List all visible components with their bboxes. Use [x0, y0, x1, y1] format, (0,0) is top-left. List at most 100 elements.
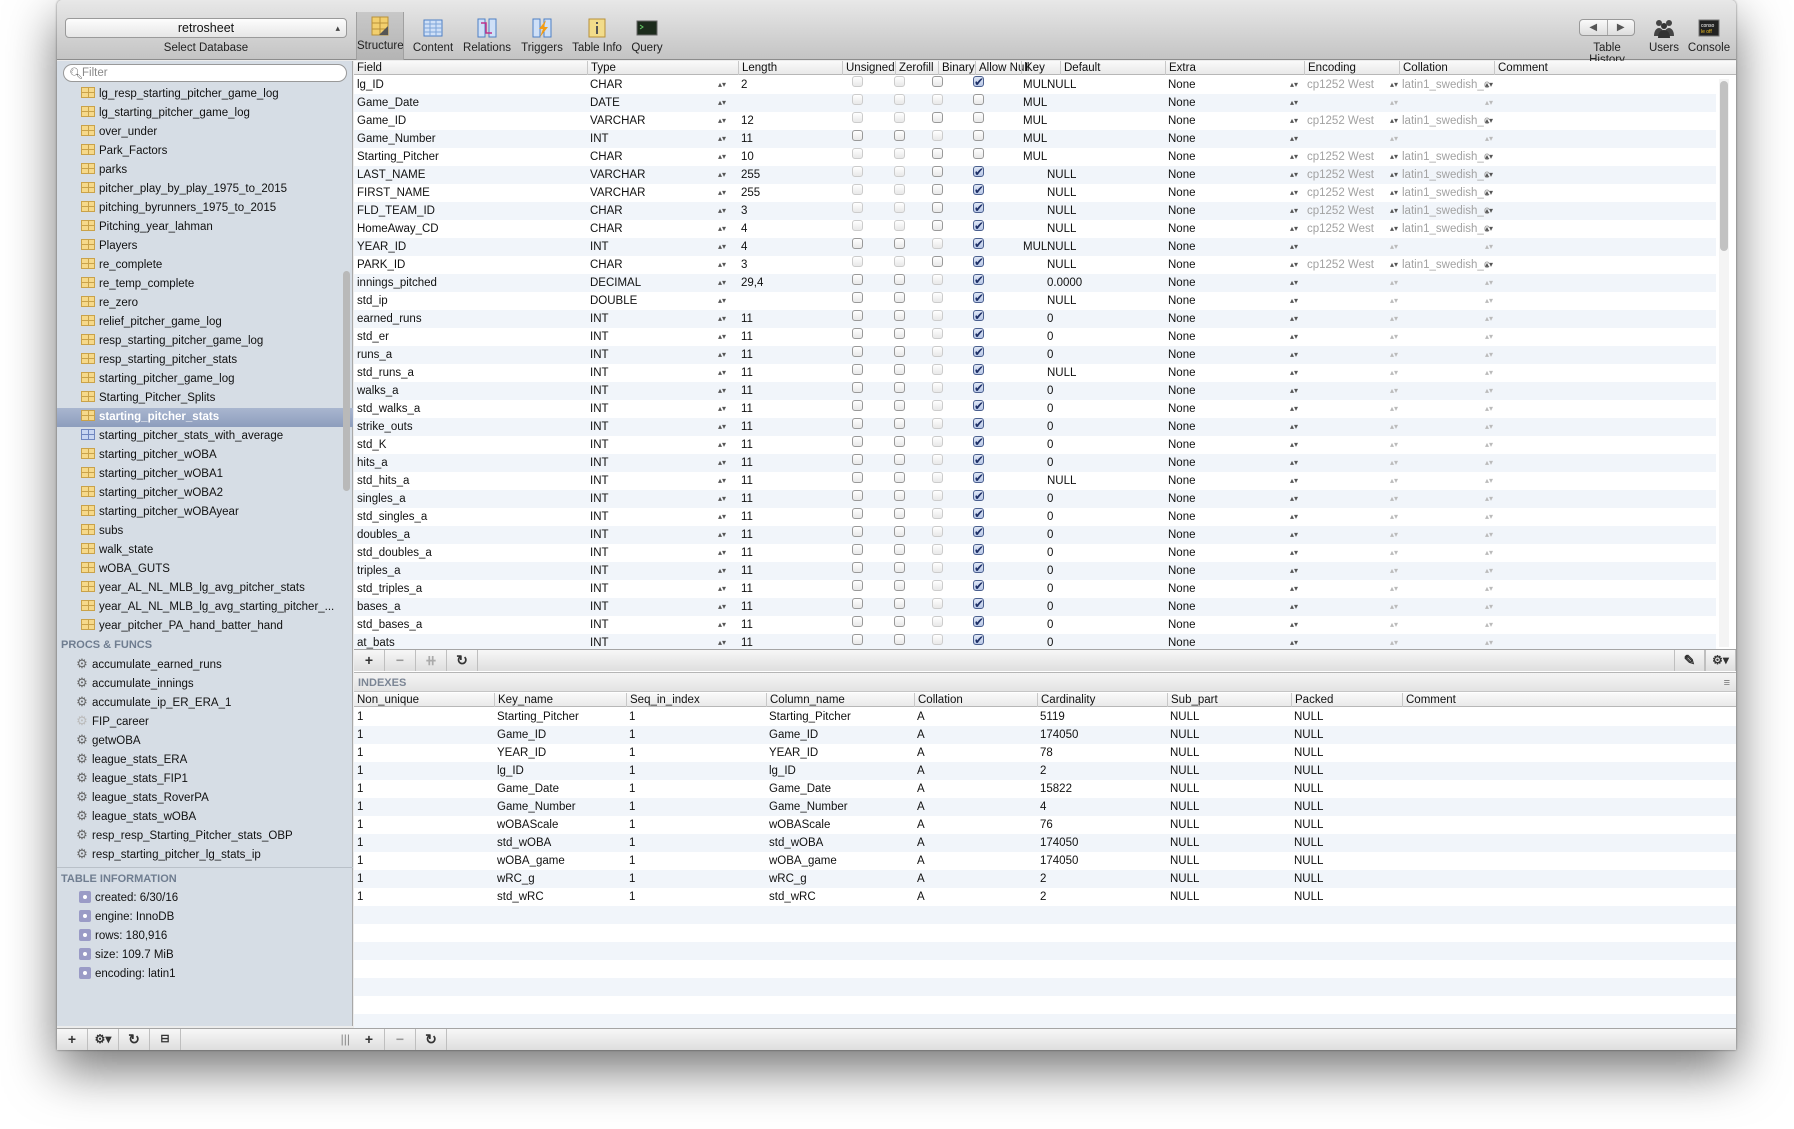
zerofill-checkbox[interactable] — [894, 274, 905, 285]
length-input[interactable]: 11 — [738, 130, 753, 148]
type-select[interactable]: INT — [587, 472, 609, 490]
sidebar-table-item[interactable]: re_zero — [57, 294, 353, 313]
binary-checkbox[interactable] — [932, 292, 943, 303]
field-name-input[interactable]: std_K — [354, 436, 386, 454]
sidebar-table-item[interactable]: lg_resp_starting_pitcher_game_log — [57, 85, 353, 104]
field-row[interactable]: Game_ID VARCHAR ▴▾ 12 MUL None ▴▾ cp1252 West ▴▾… — [354, 112, 1716, 130]
resize-handle[interactable]: ||| — [341, 1032, 350, 1046]
binary-checkbox[interactable] — [932, 238, 943, 249]
sidebar-table-item[interactable]: wOBA_GUTS — [57, 560, 353, 579]
length-input[interactable]: 11 — [738, 580, 753, 598]
type-select[interactable]: DATE — [587, 94, 620, 112]
field-row[interactable]: std_runs_a INT ▴▾ 11 NULL None ▴▾ ▴▾ ▴▾ — [354, 361, 1716, 382]
field-name-input[interactable]: Game_Date — [354, 94, 419, 112]
gear-menu-icon[interactable]: ⚙▾ — [1705, 650, 1736, 671]
encoding-select[interactable]: cp1252 West — [1304, 220, 1374, 238]
sidebar-proc-item[interactable]: ⚙ resp_starting_pitcher_lg_stats_ip — [57, 844, 353, 863]
binary-checkbox[interactable] — [932, 310, 943, 321]
binary-checkbox[interactable] — [932, 634, 943, 645]
unsigned-checkbox[interactable] — [852, 148, 863, 159]
default-input[interactable]: NULL — [1044, 202, 1076, 220]
unsigned-checkbox[interactable] — [852, 364, 863, 375]
allow-null-checkbox[interactable] — [973, 130, 984, 141]
zerofill-checkbox[interactable] — [894, 490, 905, 501]
field-name-input[interactable]: HomeAway_CD — [354, 220, 439, 238]
allow-null-checkbox[interactable] — [973, 325, 984, 343]
allow-null-checkbox[interactable] — [973, 595, 984, 613]
unsigned-checkbox[interactable] — [852, 220, 863, 231]
field-row[interactable]: bases_a INT ▴▾ 11 0 None ▴▾ ▴▾ ▴▾ — [354, 595, 1716, 616]
allow-null-checkbox[interactable] — [973, 73, 984, 91]
zerofill-checkbox[interactable] — [894, 400, 905, 411]
extra-select[interactable]: None — [1165, 76, 1196, 94]
type-select[interactable]: INT — [587, 544, 609, 562]
default-input[interactable]: NULL — [1044, 292, 1076, 310]
default-input[interactable]: NULL — [1044, 220, 1076, 238]
zerofill-checkbox[interactable] — [894, 184, 905, 195]
index-row[interactable]: 1 YEAR_ID 1 YEAR_ID A 78 NULL NULL — [354, 744, 1736, 762]
default-input[interactable]: 0 — [1044, 544, 1053, 562]
refresh-indexes-button[interactable]: ↻ — [416, 1029, 447, 1050]
field-row[interactable]: std_singles_a INT ▴▾ 11 0 None ▴▾ ▴▾ ▴▾ — [354, 505, 1716, 526]
allow-null-checkbox[interactable] — [973, 112, 984, 123]
sidebar-table-item[interactable]: pitcher_play_by_play_1975_to_2015 — [57, 180, 353, 199]
type-select[interactable]: DOUBLE — [587, 292, 637, 310]
zerofill-checkbox[interactable] — [894, 526, 905, 537]
zerofill-checkbox[interactable] — [894, 76, 905, 87]
zerofill-checkbox[interactable] — [894, 598, 905, 609]
zerofill-checkbox[interactable] — [894, 148, 905, 159]
field-row[interactable]: singles_a INT ▴▾ 11 0 None ▴▾ ▴▾ ▴▾ — [354, 487, 1716, 508]
unsigned-checkbox[interactable] — [852, 292, 863, 303]
default-input[interactable]: 0 — [1044, 562, 1053, 580]
zerofill-checkbox[interactable] — [894, 166, 905, 177]
unsigned-checkbox[interactable] — [852, 544, 863, 555]
field-name-input[interactable]: std_singles_a — [354, 508, 427, 526]
type-select[interactable]: INT — [587, 346, 609, 364]
length-input[interactable]: 11 — [738, 526, 753, 544]
binary-checkbox[interactable] — [932, 166, 943, 177]
index-row[interactable]: 1 wOBA_game 1 wOBA_game A 174050 NULL NULL — [354, 852, 1736, 870]
length-input[interactable]: 11 — [738, 544, 753, 562]
binary-checkbox[interactable] — [932, 562, 943, 573]
default-input[interactable]: NULL — [1044, 166, 1076, 184]
default-input[interactable]: 0 — [1044, 508, 1053, 526]
field-row[interactable]: std_bases_a INT ▴▾ 11 0 None ▴▾ ▴▾ ▴▾ — [354, 613, 1716, 634]
sidebar-table-item[interactable]: starting_pitcher_wOBA1 — [57, 465, 353, 484]
index-row[interactable]: 1 wRC_g 1 wRC_g A 2 NULL NULL — [354, 870, 1736, 888]
type-select[interactable]: VARCHAR — [587, 166, 645, 184]
sidebar-table-item[interactable]: starting_pitcher_stats_with_average — [57, 427, 353, 446]
default-input[interactable]: 0 — [1044, 454, 1053, 472]
field-row[interactable]: std_hits_a INT ▴▾ 11 NULL None ▴▾ ▴▾ ▴▾ — [354, 469, 1716, 490]
type-select[interactable]: INT — [587, 436, 609, 454]
extra-select[interactable]: None — [1165, 580, 1196, 598]
encoding-select[interactable]: cp1252 West — [1304, 202, 1374, 220]
sidebar-table-item[interactable]: starting_pitcher_stats — [57, 408, 353, 427]
column-header[interactable]: Comment — [1402, 693, 1456, 707]
sidebar-table-item[interactable]: pitching_byrunners_1975_to_2015 — [57, 199, 353, 218]
add-field-button[interactable]: + — [354, 650, 385, 671]
allow-null-checkbox[interactable] — [973, 271, 984, 289]
query-button[interactable]: Query — [627, 14, 667, 60]
type-select[interactable]: CHAR — [587, 256, 623, 274]
length-input[interactable]: 11 — [738, 508, 753, 526]
type-select[interactable]: CHAR — [587, 220, 623, 238]
field-name-input[interactable]: singles_a — [354, 490, 406, 508]
collation-select[interactable]: latin1_swedish_c — [1399, 202, 1490, 220]
sidebar-scrollbar[interactable] — [343, 271, 350, 491]
unsigned-checkbox[interactable] — [852, 454, 863, 465]
field-row[interactable]: PARK_IDCHAR▴▾3NULLNone▴▾cp1252 West▴▾lat… — [354, 253, 1716, 274]
binary-checkbox[interactable] — [932, 418, 943, 429]
type-select[interactable]: VARCHAR — [587, 112, 645, 130]
unsigned-checkbox[interactable] — [852, 130, 863, 141]
binary-checkbox[interactable] — [932, 202, 943, 213]
extra-select[interactable]: None — [1165, 238, 1196, 256]
default-input[interactable]: 0 — [1044, 310, 1053, 328]
sidebar-proc-item[interactable]: ⚙ accumulate_innings — [57, 673, 353, 692]
allow-null-checkbox[interactable] — [973, 307, 984, 325]
column-header[interactable]: Type — [587, 61, 616, 75]
allow-null-checkbox[interactable] — [973, 343, 984, 361]
binary-checkbox[interactable] — [932, 436, 943, 447]
sidebar-proc-item[interactable]: ⚙ league_stats_wOBA — [57, 806, 353, 825]
sidebar-table-item[interactable]: parks — [57, 161, 353, 180]
sidebar-table-item[interactable]: lg_starting_pitcher_game_log — [57, 104, 353, 123]
